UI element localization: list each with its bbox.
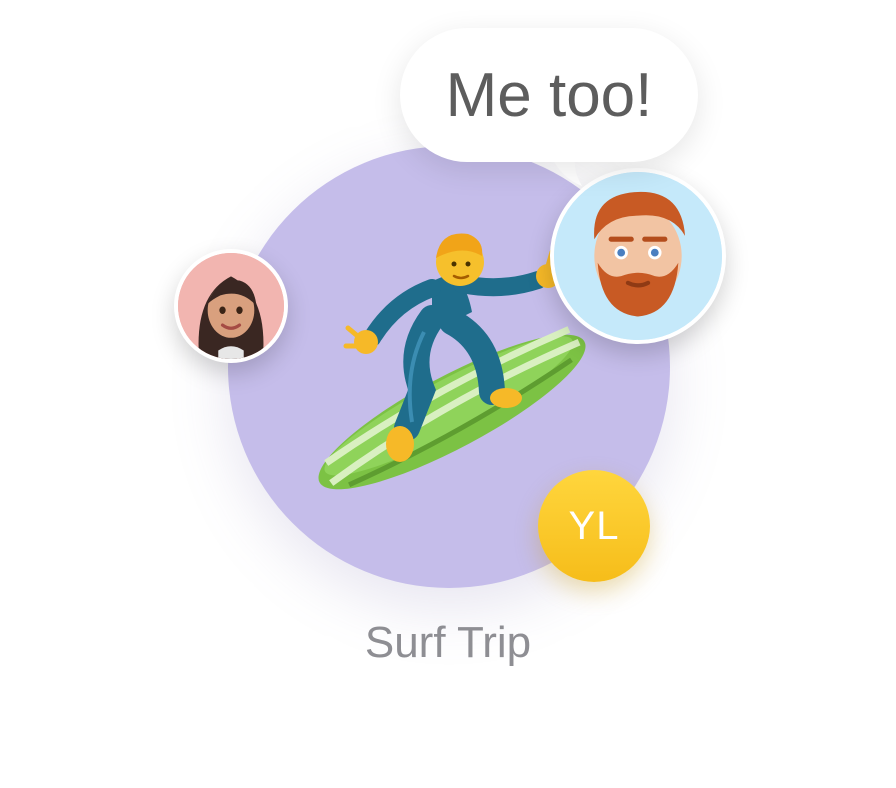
group-name-label: Surf Trip bbox=[364, 618, 532, 667]
group-conversation-card[interactable]: YL Me too! Surf Trip bbox=[0, 0, 896, 788]
avatar-initials[interactable]: YL bbox=[538, 470, 650, 582]
avatar-woman-memoji[interactable] bbox=[174, 249, 288, 363]
woman-memoji-icon bbox=[178, 253, 284, 359]
avatar-man-memoji[interactable] bbox=[550, 168, 726, 344]
message-text: Me too! bbox=[445, 60, 653, 130]
man-red-beard-memoji-icon bbox=[554, 172, 722, 340]
avatar-initials-label: YL bbox=[568, 503, 620, 548]
message-bubble[interactable]: Me too! bbox=[400, 28, 698, 162]
